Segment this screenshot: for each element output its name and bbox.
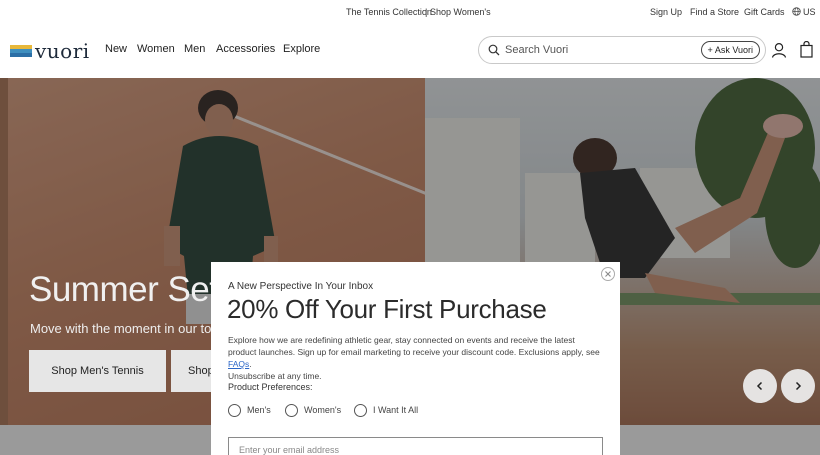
ask-vuori-label: Ask Vuori — [714, 45, 753, 55]
globe-icon — [792, 7, 801, 16]
hero-subtitle: Move with the moment in our top- — [30, 321, 223, 336]
locale-selector[interactable]: US — [792, 7, 816, 17]
radio-label-womens: Women's — [304, 405, 342, 415]
modal-body: Explore how we are redefining athletic g… — [228, 334, 604, 382]
chevron-left-icon — [756, 381, 763, 391]
radio-circle — [228, 403, 241, 417]
unsubscribe-text: Unsubscribe at any time. — [228, 371, 322, 381]
modal-close-button[interactable] — [601, 267, 615, 281]
plus-icon: + — [707, 45, 713, 55]
nav-explore[interactable]: Explore — [283, 43, 320, 55]
gift-cards-link[interactable]: Gift Cards — [744, 7, 785, 17]
sign-up-link[interactable]: Sign Up — [650, 7, 682, 17]
bag-icon[interactable] — [800, 41, 813, 58]
chevron-right-icon — [795, 381, 802, 391]
promo-separator: | — [425, 7, 428, 17]
search-bar[interactable]: + Ask Vuori — [478, 36, 766, 64]
logo-text: vuori — [35, 39, 90, 63]
shop-mens-tennis-button[interactable]: Shop Men's Tennis — [29, 350, 166, 392]
modal-title: 20% Off Your First Purchase — [227, 294, 547, 324]
account-icon[interactable] — [771, 42, 787, 58]
close-icon — [605, 271, 611, 277]
carousel-prev-button[interactable] — [743, 369, 777, 403]
ask-vuori-button[interactable]: + Ask Vuori — [700, 41, 760, 59]
hero-title: Summer Set — [29, 270, 219, 309]
product-preferences-label: Product Preferences: — [228, 382, 313, 392]
email-field[interactable] — [228, 437, 603, 455]
promo-link-shop-womens[interactable]: Shop Women's — [430, 7, 491, 17]
search-input[interactable] — [505, 43, 675, 57]
radio-circle — [354, 403, 367, 417]
modal-body-end: . — [249, 359, 252, 369]
modal-body-text: Explore how we are redefining athletic g… — [228, 335, 600, 357]
locale-label: US — [803, 7, 816, 17]
email-signup-modal: A New Perspective In Your Inbox 20% Off … — [211, 262, 620, 455]
search-icon — [488, 44, 500, 56]
nav-accessories[interactable]: Accessories — [216, 43, 275, 55]
vuori-logo[interactable]: vuori — [10, 41, 90, 61]
radio-i-want-it-all[interactable]: I Want It All — [354, 403, 418, 417]
radio-circle — [285, 403, 298, 417]
faqs-link[interactable]: FAQs — [228, 359, 249, 369]
radio-label-mens: Men's — [247, 405, 271, 415]
radio-label-all: I Want It All — [373, 405, 419, 415]
logo-mark-icon — [10, 45, 32, 57]
find-store-link[interactable]: Find a Store — [690, 7, 739, 17]
modal-eyebrow: A New Perspective In Your Inbox — [228, 281, 374, 292]
nav-men[interactable]: Men — [184, 43, 205, 55]
announcement-bar: The Tennis Collection | Shop Women's Sig… — [0, 0, 820, 24]
carousel-next-button[interactable] — [781, 369, 815, 403]
radio-mens[interactable]: Men's — [228, 403, 271, 417]
site-header: vuori New Women Men Accessories Explore … — [0, 24, 820, 78]
email-input[interactable] — [239, 445, 539, 455]
promo-link-tennis[interactable]: The Tennis Collection — [346, 7, 432, 17]
nav-new[interactable]: New — [105, 43, 127, 55]
nav-women[interactable]: Women — [137, 43, 175, 55]
radio-womens[interactable]: Women's — [285, 403, 341, 417]
